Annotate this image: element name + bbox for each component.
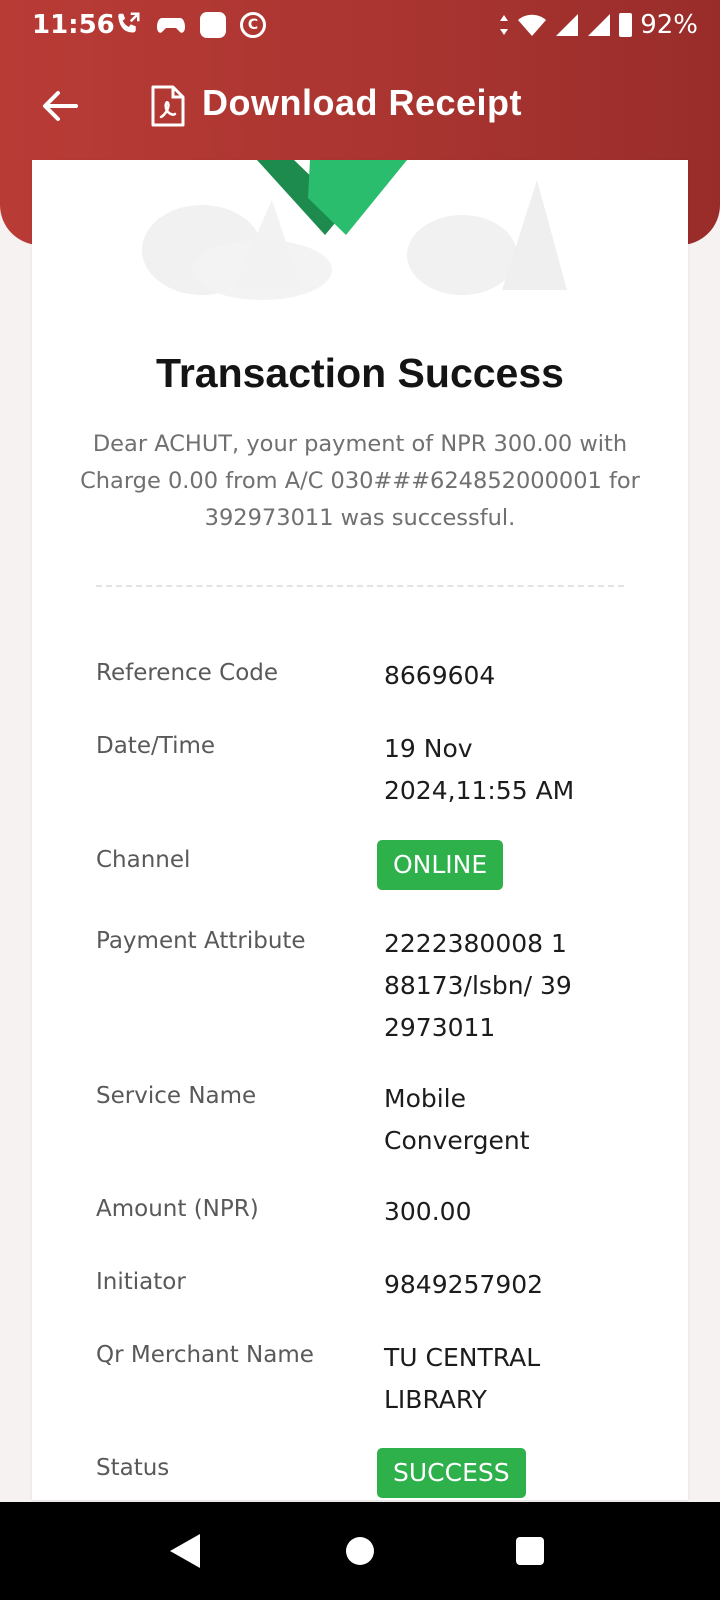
status-bar: 11:56 C 92%: [0, 0, 720, 52]
transaction-message: Dear ACHUT, your payment of NPR 300.00 w…: [80, 431, 640, 531]
system-navigation-bar: [0, 1502, 720, 1600]
status-system-icons: 92%: [499, 10, 698, 40]
detail-label: Payment Attribute: [96, 928, 306, 954]
transaction-status-heading: Transaction Success: [156, 350, 564, 396]
status-notification-icons: C: [112, 10, 266, 40]
app-square-icon: [200, 12, 226, 38]
call-forward-icon: [118, 12, 140, 33]
detail-value: 19 Nov 2024,11:55 AM: [384, 734, 575, 805]
page-title: Download Receipt: [202, 82, 523, 123]
detail-value: 300.00: [384, 1197, 472, 1226]
detail-label: Channel: [96, 847, 191, 873]
dashed-divider: [96, 585, 624, 587]
signal-icon-2: [588, 14, 611, 36]
c-app-icon: C: [240, 12, 266, 38]
channel-badge: ONLINE: [377, 840, 504, 890]
detail-label: Status: [96, 1455, 170, 1481]
pdf-document-icon: [151, 85, 185, 127]
detail-label: Service Name: [96, 1083, 257, 1109]
game-controller-icon: [157, 18, 185, 33]
status-badge: SUCCESS: [377, 1448, 526, 1498]
nav-back-icon[interactable]: [168, 1532, 202, 1570]
status-time: 11:56: [32, 10, 115, 40]
detail-label: Reference Code: [96, 660, 279, 686]
detail-value: TU CENTRAL LIBRARY: [384, 1343, 541, 1414]
back-arrow-icon[interactable]: [36, 82, 84, 130]
nav-home-icon[interactable]: [346, 1537, 374, 1565]
data-arrows-icon: [500, 15, 509, 35]
detail-value: 8669604: [384, 661, 496, 690]
signal-icon: [556, 14, 579, 36]
receipt-card: Transaction Success Dear ACHUT, your pay…: [32, 160, 688, 1500]
detail-label: Date/Time: [96, 733, 216, 759]
detail-value: 2222380008 188173/lsbn/ 392973011: [384, 929, 572, 1042]
detail-label: Amount (NPR): [96, 1196, 259, 1222]
wifi-icon: [518, 14, 547, 36]
nav-recents-icon[interactable]: [516, 1537, 544, 1565]
success-illustration: [142, 160, 567, 300]
detail-value: 9849257902: [384, 1270, 544, 1299]
battery-percent: 92%: [640, 10, 698, 40]
detail-label: Initiator: [96, 1269, 186, 1295]
detail-label: Qr Merchant Name: [96, 1342, 314, 1368]
detail-value: Mobile Convergent: [384, 1084, 530, 1155]
battery-icon: [619, 13, 633, 37]
